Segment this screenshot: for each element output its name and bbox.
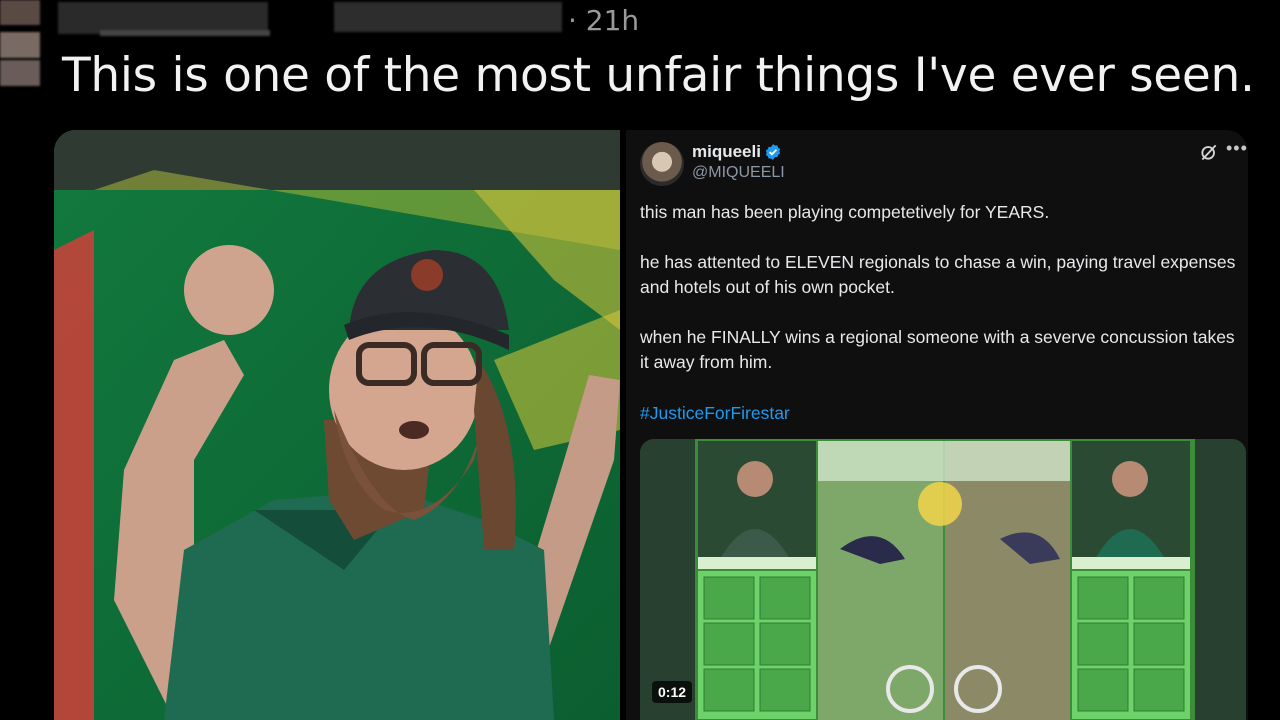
- post-text: This is one of the most unfair things I'…: [62, 48, 1255, 103]
- post-paragraph-1: this man has been playing competetively …: [640, 202, 1050, 222]
- photo-illustration: [54, 130, 620, 720]
- hashtag-link[interactable]: #JusticeForFirestar: [640, 401, 1240, 426]
- video-frame: [640, 439, 1246, 720]
- more-options-icon[interactable]: •••: [1226, 138, 1248, 159]
- verified-badge-icon: [765, 144, 781, 160]
- author-avatar[interactable]: [640, 142, 684, 186]
- quoted-post[interactable]: miqueeli @MIQUEELI ••• this man has been…: [626, 130, 1248, 720]
- video-duration: 0:12: [652, 681, 693, 703]
- post-paragraph-2: he has attented to ELEVEN regionals to c…: [640, 252, 1236, 297]
- post-photo[interactable]: [54, 130, 620, 720]
- author-name[interactable]: miqueeli: [692, 142, 761, 162]
- video-player[interactable]: 0:12: [640, 439, 1246, 720]
- post-paragraph-3: when he FINALLY wins a regional someone …: [640, 327, 1235, 372]
- grok-icon[interactable]: [1199, 142, 1219, 162]
- post-timestamp[interactable]: · 21h: [568, 4, 639, 37]
- author-handle[interactable]: @MIQUEELI: [692, 164, 785, 182]
